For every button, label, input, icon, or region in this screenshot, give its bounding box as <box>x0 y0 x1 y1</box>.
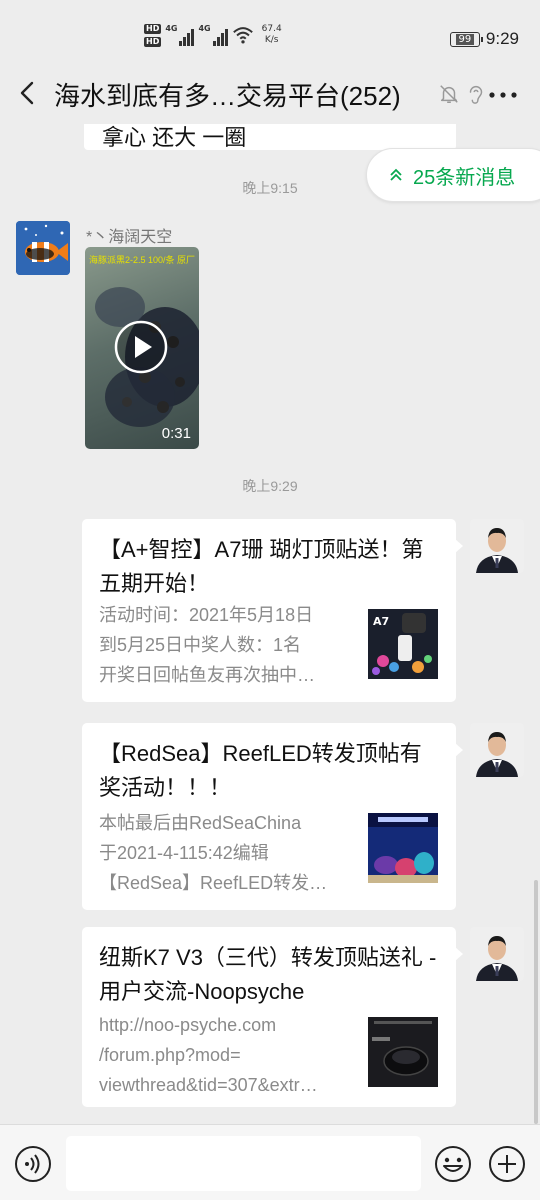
wave-pump-product-image <box>368 1017 438 1087</box>
battery-icon: 99 <box>449 31 483 47</box>
description-line: 开奖日回帖鱼友再次抽中… <box>99 665 315 685</box>
description-line: viewthread&tid=307&extr… <box>99 1075 318 1095</box>
description-line: 【RedSea】ReefLED转发… <box>99 873 328 893</box>
link-card[interactable]: 【RedSea】ReefLED转发顶帖有奖活动！！！ 本帖最后由RedSeaCh… <box>82 723 463 910</box>
hd-badge: HD <box>144 24 162 34</box>
chat-header: 海水到底有多…交易平台(252) <box>0 62 540 124</box>
reef-aquarium-image <box>368 813 438 883</box>
description-line: http://noo-psyche.com <box>99 1015 277 1035</box>
coral-light-product-image: A7 <box>368 609 438 679</box>
status-bar: HD HD 4G 4G 67.4 K/s 99 9:29 <box>0 0 540 62</box>
mute-bell-icon <box>440 85 458 103</box>
network-type-label: 4G <box>165 24 178 33</box>
network-type-label: 4G <box>198 24 211 33</box>
my-avatar[interactable] <box>470 519 524 573</box>
link-card-title: 【A+智控】A7珊 瑚灯顶贴送！第五期开始！ <box>99 537 424 596</box>
network-indicators: HD HD 4G 4G 67.4 K/s <box>144 24 282 47</box>
wifi-icon <box>232 27 253 44</box>
message-input[interactable] <box>66 1136 421 1191</box>
emoji-icon[interactable] <box>434 1145 472 1183</box>
description-line: 到5月25日中奖人数：1名 <box>99 635 302 655</box>
link-card[interactable]: 纽斯K7 V3（三代）转发顶贴送礼 - 用户交流-Noopsyche http:… <box>82 927 463 1107</box>
man-in-suit-avatar-image <box>470 927 524 981</box>
sender-avatar[interactable] <box>16 221 70 275</box>
description-line: 于2021-4-115:42编辑 <box>99 843 269 863</box>
speed-unit: K/s <box>264 35 279 45</box>
link-card-description: http://noo-psyche.com /forum.php?mod= vi… <box>99 1010 354 1100</box>
link-card[interactable]: 【A+智控】A7珊 瑚灯顶贴送！第五期开始！ 活动时间：2021年5月18日 到… <box>82 519 463 702</box>
description-line: 活动时间：2021年5月18日 <box>99 605 314 625</box>
message-text: 拿心 还大 一圈 <box>102 125 247 150</box>
message-timestamp: 晚上9:29 <box>242 478 298 494</box>
earpiece-mode-icon <box>469 86 483 104</box>
scrollbar[interactable] <box>534 880 538 1124</box>
link-card-title: 【RedSea】ReefLED转发顶帖有奖活动！！！ <box>99 741 422 800</box>
link-card-thumbnail <box>368 813 438 883</box>
video-message[interactable]: 海豚派黑2-2.5 100/条 原厂 0:31 <box>85 247 199 449</box>
link-card-description: 本帖最后由RedSeaChina 于2021-4-115:42编辑 【RedSe… <box>99 808 354 898</box>
video-caption: 海豚派黑2-2.5 100/条 原厂 <box>89 255 196 265</box>
speed-value: 67.4 <box>261 24 282 34</box>
link-card-title: 纽斯K7 V3（三代）转发顶贴送礼 - 用户交流-Noopsyche <box>99 945 437 1004</box>
back-arrow-icon[interactable] <box>16 81 40 105</box>
more-options-icon[interactable] <box>488 91 518 99</box>
plus-icon[interactable] <box>488 1145 526 1183</box>
description-line: 本帖最后由RedSeaChina <box>99 813 302 833</box>
clownfish-avatar-image <box>16 221 70 275</box>
video-duration: 0:31 <box>161 425 191 442</box>
play-icon[interactable] <box>114 320 168 374</box>
man-in-suit-avatar-image <box>470 519 524 573</box>
hd-badge: HD <box>144 37 162 47</box>
thumbnail-label: A7 <box>373 615 389 628</box>
signal-strength-icon: 4G <box>165 24 195 46</box>
my-avatar[interactable] <box>470 927 524 981</box>
man-in-suit-avatar-image <box>470 723 524 777</box>
my-avatar[interactable] <box>470 723 524 777</box>
voice-input-icon[interactable] <box>14 1145 52 1183</box>
input-bar <box>0 1124 540 1200</box>
battery-level: 99 <box>455 33 475 45</box>
link-card-thumbnail <box>368 1017 438 1087</box>
clock: 9:29 <box>485 29 519 48</box>
description-line: /forum.php?mod= <box>99 1045 241 1065</box>
chat-messages[interactable]: 拿心 还大 一圈 25条新消息 晚上9:15 *丶海阔天空 海豚派黑2-2.5 … <box>0 124 540 1124</box>
link-card-thumbnail: A7 <box>368 609 438 679</box>
chat-title: 海水到底有多…交易平台(252) <box>54 81 401 111</box>
link-card-description: 活动时间：2021年5月18日 到5月25日中奖人数：1名 开奖日回帖鱼友再次抽… <box>99 600 354 690</box>
sender-name: *丶海阔天空 <box>86 229 173 246</box>
network-speed: 67.4 K/s <box>262 24 282 46</box>
message-timestamp: 晚上9:15 <box>242 180 298 196</box>
signal-strength-icon: 4G <box>198 24 228 46</box>
message-bubble[interactable]: 拿心 还大 一圈 <box>84 124 456 150</box>
